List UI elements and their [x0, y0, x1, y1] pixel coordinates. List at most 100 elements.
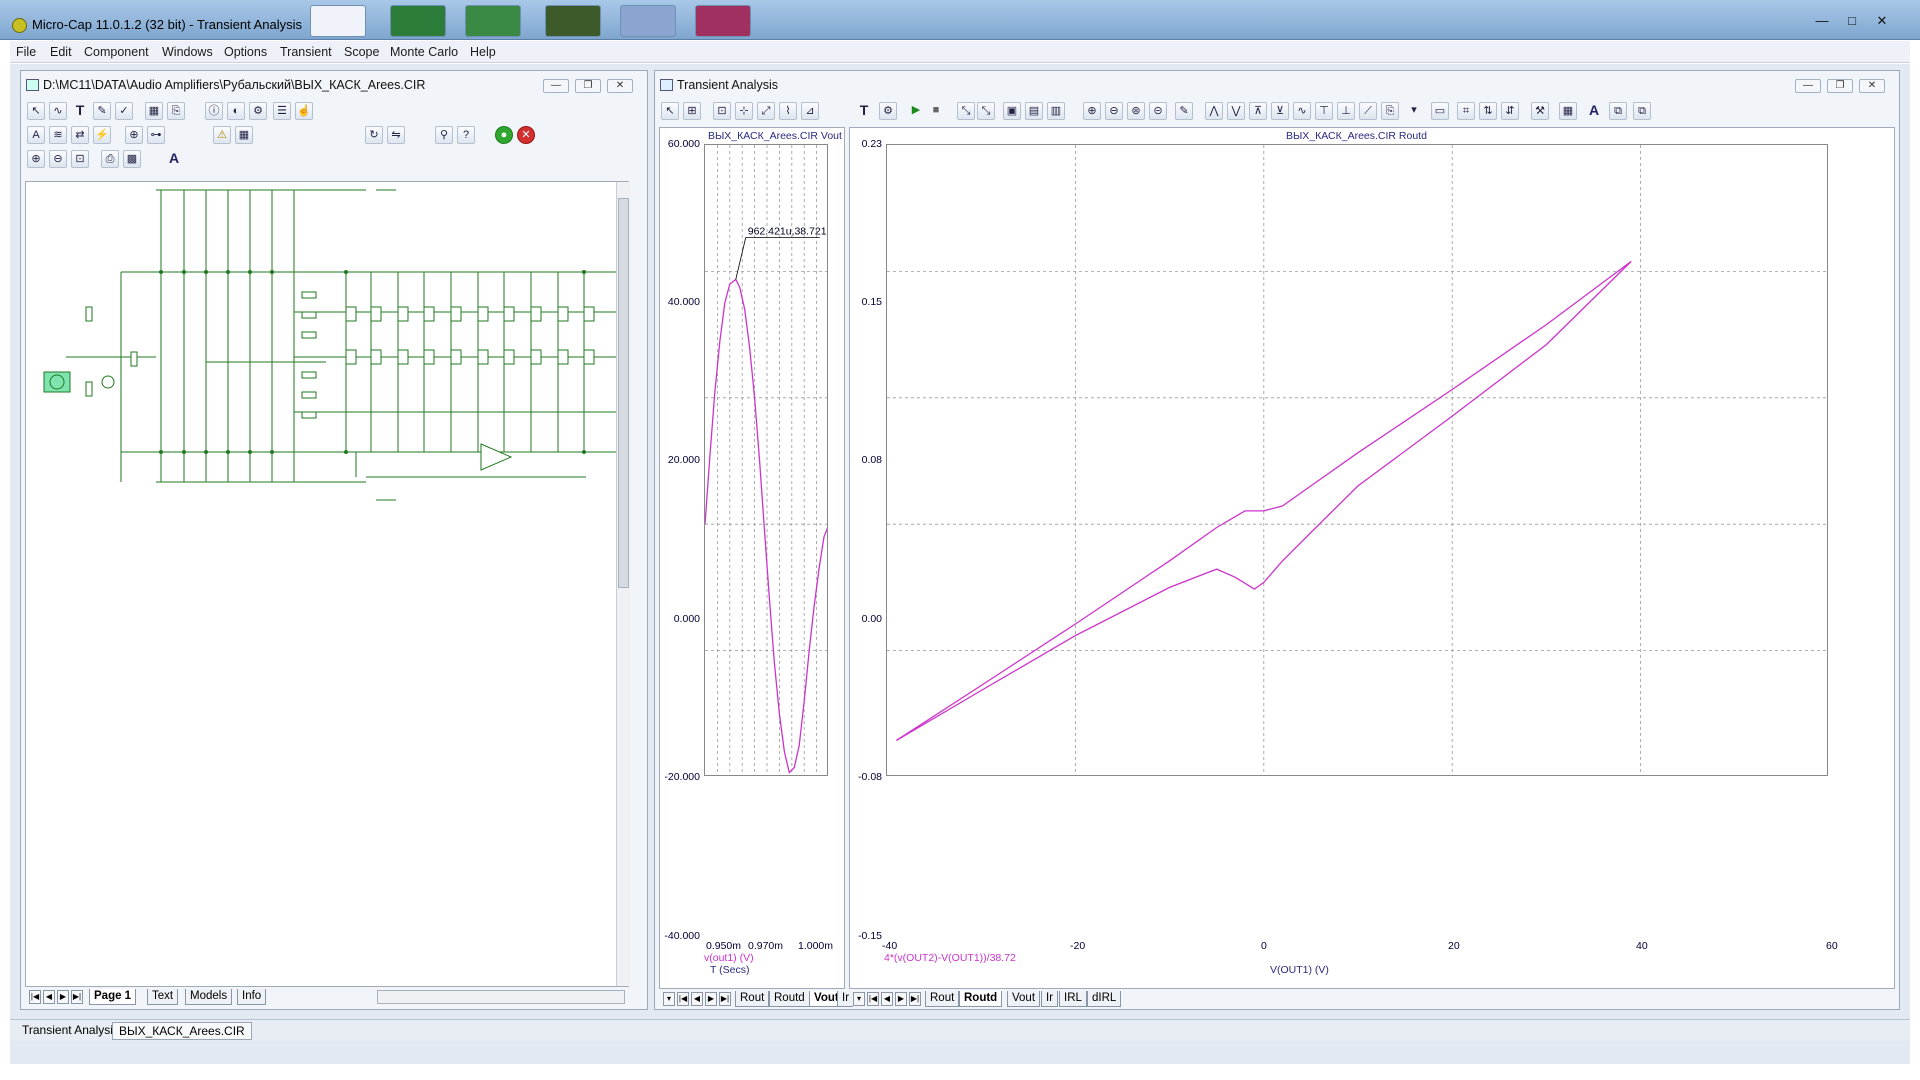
cascade-icon[interactable]: ⧉: [1633, 102, 1651, 120]
node-voltages-icon[interactable]: ≋: [49, 126, 67, 144]
analysis-limits-icon[interactable]: ⤡: [977, 102, 995, 120]
close-icon[interactable]: ✕: [1868, 14, 1896, 28]
last-page-icon[interactable]: ▶|: [71, 990, 83, 1004]
schematic-vscrollbar[interactable]: [616, 182, 630, 986]
next-tab-icon[interactable]: ▶: [895, 992, 907, 1006]
taskbar-thumb-icon[interactable]: [620, 5, 676, 37]
zoom-fit-icon[interactable]: ⊡: [71, 150, 89, 168]
tab-routd[interactable]: Routd: [769, 991, 810, 1007]
menu-help[interactable]: Help: [470, 45, 496, 59]
currents-icon[interactable]: ⇄: [71, 126, 89, 144]
pin-icon[interactable]: ⊶: [147, 126, 165, 144]
routd-plot-pane[interactable]: ВЫХ_КАСК_Areеs.CIR Routd 0.23 0.15 0.08 …: [849, 127, 1895, 989]
prev-tab-icon[interactable]: ◀: [881, 992, 893, 1006]
global-high-icon[interactable]: ⊤: [1315, 102, 1333, 120]
taskbar-thumb-icon[interactable]: [545, 5, 601, 37]
pan-icon[interactable]: ⊝: [1149, 102, 1167, 120]
font-icon[interactable]: A: [165, 150, 183, 168]
minimize-icon[interactable]: —: [1808, 14, 1836, 28]
menu-scope[interactable]: Scope: [344, 45, 379, 59]
split-icon[interactable]: ▥: [1047, 102, 1065, 120]
attribute-icon[interactable]: ◐: [227, 102, 245, 120]
tab-routd[interactable]: Routd: [959, 991, 1003, 1007]
last-tab-icon[interactable]: ▶|: [719, 992, 731, 1006]
window-tab-transient[interactable]: Transient Analysis: [16, 1022, 125, 1040]
warning-icon[interactable]: ⚠: [213, 126, 231, 144]
menu-transient[interactable]: Transient: [280, 45, 332, 59]
last-tab-icon[interactable]: ▶|: [909, 992, 921, 1006]
tab-page-1[interactable]: Page 1: [89, 989, 137, 1005]
font-icon[interactable]: A: [1585, 102, 1603, 120]
menu-options[interactable]: Options: [224, 45, 267, 59]
text-tool-icon[interactable]: T: [855, 102, 873, 120]
info-circle-icon[interactable]: ⓘ: [205, 102, 223, 120]
next-page-icon[interactable]: ▶: [57, 990, 69, 1004]
limits-icon[interactable]: ⤡: [957, 102, 975, 120]
numeric-output-icon[interactable]: ▤: [1025, 102, 1043, 120]
low-icon[interactable]: ⊻: [1271, 102, 1289, 120]
restore-icon[interactable]: ❐: [575, 79, 601, 93]
stop-icon[interactable]: ✕: [517, 126, 535, 144]
taskbar-thumb-icon[interactable]: [390, 5, 446, 37]
zoom-out-icon[interactable]: ⊖: [1105, 102, 1123, 120]
select-arrow-icon[interactable]: ↖: [661, 102, 679, 120]
grid-toggle-icon[interactable]: ▦: [235, 126, 253, 144]
pen-icon[interactable]: ✎: [93, 102, 111, 120]
clipboard-icon[interactable]: ⎘: [1381, 102, 1399, 120]
global-low-icon[interactable]: ⊥: [1337, 102, 1355, 120]
maximize-icon[interactable]: □: [1838, 14, 1866, 28]
info-icon[interactable]: ✓: [115, 102, 133, 120]
tab-rout[interactable]: Rout: [925, 991, 960, 1007]
cursor-icon[interactable]: ⊹: [735, 102, 753, 120]
menu-file[interactable]: File: [16, 45, 36, 59]
close-icon[interactable]: ✕: [607, 79, 633, 93]
zoom-in-icon[interactable]: ⊕: [1083, 102, 1101, 120]
peak-icon[interactable]: ⋀: [1205, 102, 1223, 120]
high-icon[interactable]: ⊼: [1249, 102, 1267, 120]
scrollbar-thumb[interactable]: [618, 198, 629, 588]
run-icon[interactable]: ▶: [907, 102, 925, 120]
minimize-icon[interactable]: —: [543, 79, 569, 93]
run-icon[interactable]: ●: [495, 126, 513, 144]
power-icon[interactable]: ⚡: [93, 126, 111, 144]
node-numbers-icon[interactable]: A: [27, 126, 45, 144]
dropdown-icon[interactable]: ▾: [1405, 102, 1423, 120]
taskbar-thumb-icon[interactable]: [465, 5, 521, 37]
color-icon[interactable]: ▦: [1559, 102, 1577, 120]
window-tab-schematic[interactable]: ВЫХ_КАСК_Areеs.CIR: [112, 1022, 252, 1040]
schematic-canvas[interactable]: [25, 181, 630, 987]
tab-rout[interactable]: Rout: [735, 991, 770, 1007]
first-tab-icon[interactable]: |◀: [867, 992, 879, 1006]
menu-windows[interactable]: Windows: [162, 45, 213, 59]
menu-edit[interactable]: Edit: [50, 45, 72, 59]
zoom-in-icon[interactable]: ⊕: [27, 150, 45, 168]
next-tab-icon[interactable]: ▶: [705, 992, 717, 1006]
rotate-icon[interactable]: ↻: [365, 126, 383, 144]
vout-plot-pane[interactable]: ВЫХ_КАСК_Areеs.CIR Vout 60.000 40.000 20…: [659, 127, 845, 989]
copy-icon[interactable]: ⎘: [167, 102, 185, 120]
tool-icon[interactable]: ⚙: [249, 102, 267, 120]
restore-icon[interactable]: ❐: [1827, 79, 1853, 93]
tag-icon[interactable]: ⊿: [801, 102, 819, 120]
tab-dropdown-icon[interactable]: ▾: [853, 992, 865, 1006]
find-icon[interactable]: ⚲: [435, 126, 453, 144]
annotate-icon[interactable]: ⌗: [1457, 102, 1475, 120]
pointer-icon[interactable]: ☝: [295, 102, 313, 120]
fit-icon[interactable]: ⤢: [757, 102, 775, 120]
help-icon[interactable]: ?: [457, 126, 475, 144]
tab-irl[interactable]: IRL: [1059, 991, 1087, 1007]
tab-info[interactable]: Info: [237, 989, 267, 1005]
first-tab-icon[interactable]: |◀: [677, 992, 689, 1006]
zoom-out-icon[interactable]: ⊖: [49, 150, 67, 168]
zoom-box-icon[interactable]: ⊡: [713, 102, 731, 120]
tab-vout[interactable]: Vout: [1007, 991, 1041, 1007]
tools-icon[interactable]: ⚒: [1531, 102, 1549, 120]
stop-icon[interactable]: ■: [927, 102, 945, 120]
tile-icon[interactable]: ⧉: [1609, 102, 1627, 120]
text-tool-icon[interactable]: T: [71, 102, 89, 120]
minimize-icon[interactable]: —: [1795, 79, 1821, 93]
prev-page-icon[interactable]: ◀: [43, 990, 55, 1004]
color-icon[interactable]: ▩: [123, 150, 141, 168]
tab-text[interactable]: Text: [147, 989, 179, 1005]
grid-icon[interactable]: ▦: [145, 102, 163, 120]
